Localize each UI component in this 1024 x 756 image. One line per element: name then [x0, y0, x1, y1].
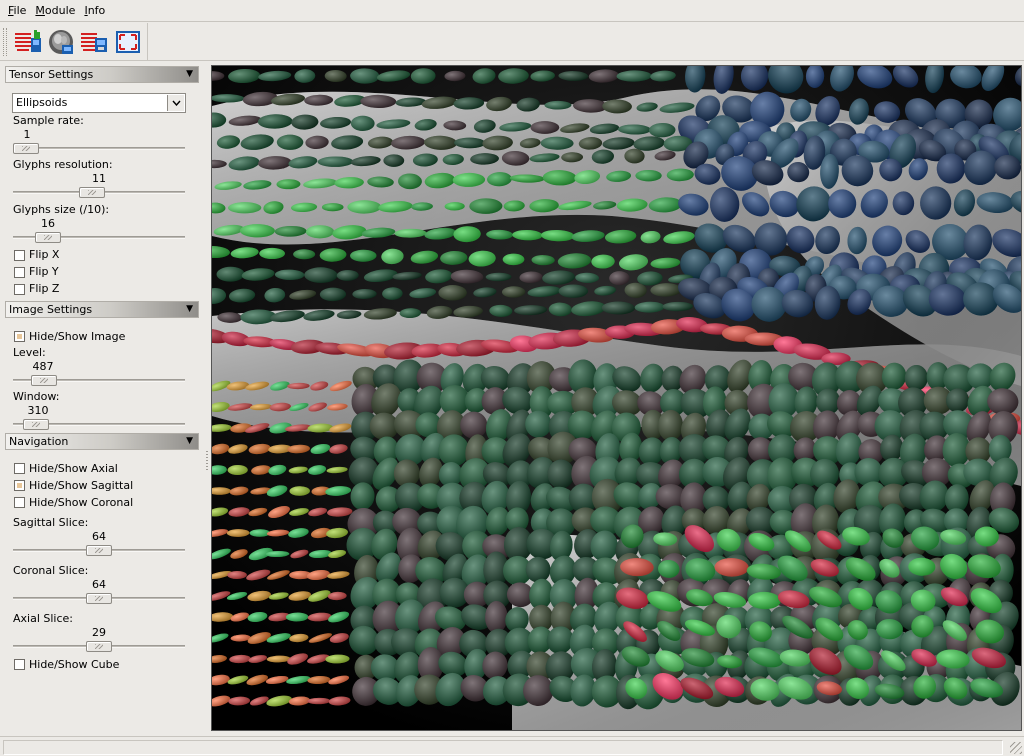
- sagittal-slice-value: 64: [92, 530, 106, 543]
- flip-x-label: Flip X: [29, 248, 60, 261]
- glyphs-resolution-slider-handle[interactable]: [78, 187, 105, 198]
- hide-show-axial-checkbox[interactable]: [14, 463, 25, 474]
- axial-slice-slider-handle[interactable]: [86, 641, 112, 652]
- collapse-arrow-icon: ▼: [186, 69, 193, 79]
- level-value: 487: [32, 360, 54, 373]
- hide-show-sagittal-checkbox[interactable]: [14, 480, 25, 491]
- tensor-glyph-shade: [383, 154, 405, 167]
- navigation-header[interactable]: Navigation ▼: [5, 433, 199, 450]
- axial-slice-label: Axial Slice:: [13, 612, 74, 625]
- hide-show-coronal-checkbox[interactable]: [14, 497, 25, 508]
- sample-rate-value: 1: [23, 128, 31, 141]
- hide-show-cube-label: Hide/Show Cube: [29, 658, 120, 671]
- flip-y-checkbox[interactable]: [14, 267, 25, 278]
- sample-rate-label: Sample rate:: [13, 114, 84, 127]
- tensor-glyph-shade: [259, 247, 285, 260]
- flip-z-checkbox[interactable]: [14, 284, 25, 295]
- tensor-glyph-shade: [530, 121, 560, 134]
- hide-show-sagittal-label: Hide/Show Sagittal: [29, 479, 134, 492]
- glyph-type-select[interactable]: Ellipsoids: [12, 93, 186, 113]
- axial-slice-value: 29: [92, 626, 106, 639]
- hide-show-image-label: Hide/Show Image: [29, 330, 126, 343]
- resize-grip-icon[interactable]: [1010, 742, 1022, 754]
- sagittal-slice-slider-handle[interactable]: [86, 545, 112, 556]
- level-slider-handle[interactable]: [30, 375, 57, 386]
- hide-show-cube-checkbox[interactable]: [14, 659, 25, 670]
- flip-x-checkbox[interactable]: [14, 250, 25, 261]
- status-message: [3, 740, 1003, 755]
- hide-show-coronal-label: Hide/Show Coronal: [29, 496, 134, 509]
- glyphs-resolution-value: 11: [92, 172, 106, 185]
- tensor-glyph-shade: [635, 169, 662, 182]
- render-viewport[interactable]: [211, 65, 1022, 731]
- chevron-down-icon[interactable]: [167, 95, 184, 111]
- status-bar: [0, 736, 1024, 756]
- glyphs-size-slider-handle[interactable]: [34, 232, 61, 243]
- coronal-slice-label: Coronal Slice:: [13, 564, 89, 577]
- glyphs-size-value: 16: [41, 217, 55, 230]
- coronal-slice-slider-handle[interactable]: [86, 593, 112, 604]
- window-label: Window:: [13, 390, 60, 403]
- panel-splitter[interactable]: [204, 63, 210, 733]
- window-slider-handle[interactable]: [23, 419, 50, 430]
- tensor-glyph-shade: [293, 249, 316, 260]
- collapse-arrow-icon: ▼: [186, 304, 193, 314]
- flip-z-label: Flip Z: [29, 282, 60, 295]
- sample-rate-slider-handle[interactable]: [13, 143, 39, 154]
- sagittal-slice-label: Sagittal Slice:: [13, 516, 89, 529]
- tensor-glyph-render[interactable]: [212, 66, 1021, 730]
- window-value: 310: [27, 404, 49, 417]
- collapse-arrow-icon: ▼: [186, 436, 193, 446]
- hide-show-axial-label: Hide/Show Axial: [29, 462, 118, 475]
- level-label: Level:: [13, 346, 46, 359]
- tensor-glyph-shade: [558, 284, 589, 298]
- glyphs-size-label: Glyphs size (/10):: [13, 203, 110, 216]
- control-panel-content: Tensor Settings ▼ Ellipsoids Sample rate…: [0, 0, 204, 736]
- glyphs-resolution-label: Glyphs resolution:: [13, 158, 113, 171]
- tensor-settings-header[interactable]: Tensor Settings ▼: [5, 66, 199, 83]
- hide-show-image-checkbox[interactable]: [14, 331, 25, 342]
- flip-y-label: Flip Y: [29, 265, 59, 278]
- tensor-glyph-shade: [239, 224, 275, 238]
- coronal-slice-value: 64: [92, 578, 106, 591]
- tensor-glyph-shade: [276, 134, 304, 150]
- tensor-glyph-shade: [350, 115, 375, 131]
- image-settings-header[interactable]: Image Settings ▼: [5, 301, 199, 318]
